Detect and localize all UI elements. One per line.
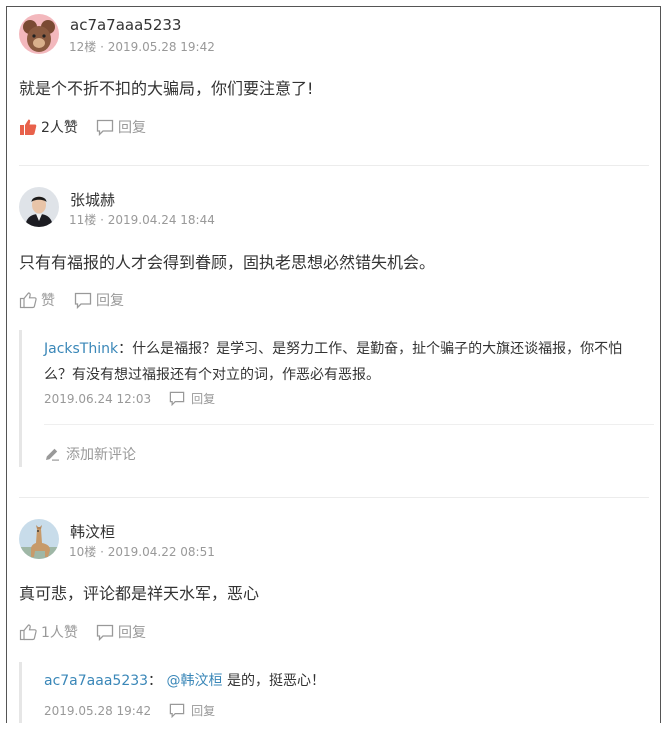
reply-label: 回复 (191, 392, 216, 406)
like-button[interactable]: 1人赞 (19, 622, 78, 642)
floor-number: 10楼 (69, 545, 97, 559)
add-comment-button[interactable]: 添加新评论 (44, 444, 136, 464)
reply-separator: ： (118, 341, 133, 357)
comment-bubble-icon (74, 292, 92, 309)
thumbs-up-icon (19, 292, 37, 309)
meta-separator: · (100, 213, 108, 227)
comment-content: 真可悲，评论都是祥天水军，恶心 (19, 584, 260, 603)
comment-content: 就是个不折不扣的大骗局，你们要注意了! (19, 79, 314, 98)
reply-thread: ac7a7aaa5233： @韩汶桓 是的，挺恶心！ 2019.05.28 19… (19, 662, 652, 723)
comment-bubble-icon (96, 624, 114, 641)
reply-button[interactable]: 回复 (74, 290, 124, 310)
reply-button[interactable]: 回复 (169, 390, 215, 407)
username[interactable]: 张城赫 (70, 189, 115, 210)
comment-section: ac7a7aaa5233 12楼 · 2019.05.28 19:42 就是个不… (6, 6, 661, 723)
comment-bubble-icon (169, 391, 185, 406)
reply-label: 回复 (96, 293, 124, 309)
floor-number: 11楼 (69, 213, 97, 227)
bear-avatar-icon[interactable] (19, 14, 59, 54)
add-comment-label: 添加新评论 (66, 447, 136, 463)
meta-separator: · (100, 40, 108, 54)
like-count: 1人赞 (41, 625, 78, 641)
reply-label: 回复 (118, 625, 146, 641)
reply-separator: ： (148, 673, 163, 689)
llama-avatar-icon[interactable] (19, 519, 59, 559)
reply-content: 是的，挺恶心！ (226, 673, 325, 689)
comment-meta: 12楼 · 2019.05.28 19:42 (69, 38, 215, 55)
comment-date: 2019.05.28 19:42 (107, 40, 215, 54)
comment-meta: 11楼 · 2019.04.24 18:44 (69, 211, 215, 228)
man-portrait-avatar-icon[interactable] (19, 187, 59, 227)
reply-label: 回复 (118, 120, 146, 136)
reply-content: 什么是福报？是学习、是努力工作、是勤奋，扯个骗子的大旗还谈福报，你不怕 (132, 341, 623, 357)
username[interactable]: ac7a7aaa5233 (70, 16, 181, 34)
pencil-icon (46, 448, 59, 461)
comment-date: 2019.04.24 18:44 (107, 213, 215, 227)
like-count: 2人赞 (41, 120, 78, 136)
divider (44, 424, 654, 425)
thumbs-up-filled-icon (20, 119, 37, 135)
comment-meta: 10楼 · 2019.04.22 08:51 (69, 543, 215, 560)
like-button[interactable]: 赞 (19, 290, 55, 310)
reply-meta: 2019.06.24 12:03 回复 (44, 390, 215, 407)
floor-number: 12楼 (69, 40, 97, 54)
reply-line-2: 么？有没有想过福报还有个对立的词，作恶必有恶报。 (44, 367, 380, 383)
comment-bubble-icon (169, 703, 185, 718)
divider (19, 165, 649, 166)
mention-link[interactable]: @韩汶桓 (167, 673, 223, 689)
reply-label: 回复 (191, 704, 216, 718)
reply-author-link[interactable]: JacksThink (44, 341, 118, 357)
comment-bubble-icon (96, 119, 114, 136)
reply-author-link[interactable]: ac7a7aaa5233 (44, 673, 148, 689)
reply-item: JacksThink：什么是福报？是学习、是努力工作、是勤奋，扯个骗子的大旗还谈… (44, 336, 654, 388)
reply-button[interactable]: 回复 (169, 702, 215, 719)
comment-item: ac7a7aaa5233 12楼 · 2019.05.28 19:42 就是个不… (19, 14, 649, 154)
reply-item: ac7a7aaa5233： @韩汶桓 是的，挺恶心！ (44, 668, 654, 694)
comment-date: 2019.04.22 08:51 (107, 545, 215, 559)
comment-item: 张城赫 11楼 · 2019.04.24 18:44 只有有福报的人才会得到眷顾… (19, 187, 649, 317)
thumbs-up-icon (19, 624, 37, 641)
reply-date: 2019.05.28 19:42 (44, 703, 152, 718)
like-button[interactable]: 2人赞 (19, 117, 78, 137)
reply-button[interactable]: 回复 (96, 117, 146, 137)
divider (19, 497, 649, 498)
reply-line-1: JacksThink：什么是福报？是学习、是努力工作、是勤奋，扯个骗子的大旗还谈… (44, 336, 654, 362)
reply-date: 2019.06.24 12:03 (44, 391, 152, 406)
username[interactable]: 韩汶桓 (70, 521, 115, 542)
comment-item: 韩汶桓 10楼 · 2019.04.22 08:51 真可悲，评论都是祥天水军，… (19, 519, 649, 649)
like-label: 赞 (41, 293, 55, 309)
reply-thread: JacksThink：什么是福报？是学习、是努力工作、是勤奋，扯个骗子的大旗还谈… (19, 330, 654, 467)
meta-separator: · (100, 545, 108, 559)
reply-meta: 2019.05.28 19:42 回复 (44, 702, 215, 719)
reply-button[interactable]: 回复 (96, 622, 146, 642)
comment-content: 只有有福报的人才会得到眷顾，固执老思想必然错失机会。 (19, 253, 436, 272)
